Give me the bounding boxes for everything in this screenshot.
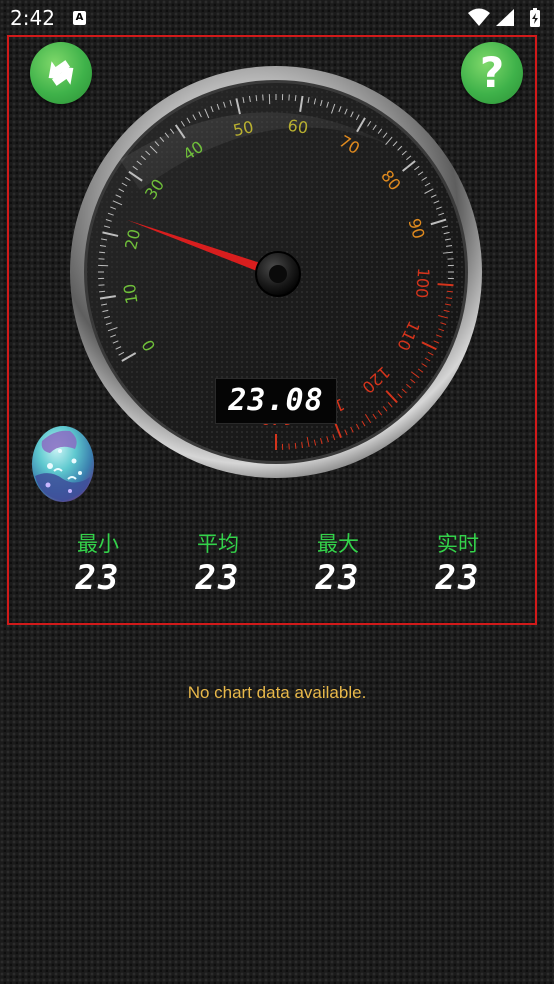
cellular-signal-icon xyxy=(496,9,514,26)
digital-readout-value: 23.08 xyxy=(228,383,324,418)
stat-min-value: 23 xyxy=(75,558,121,598)
stat-max: 最大 23 xyxy=(288,530,388,598)
chart-empty-message: No chart data available. xyxy=(187,683,367,702)
stat-max-label: 最大 xyxy=(317,532,359,556)
battery-charging-icon xyxy=(530,8,540,27)
status-icons xyxy=(468,8,540,27)
a-letter-icon: A xyxy=(73,11,86,25)
refresh-arrows-icon xyxy=(48,60,74,86)
digital-readout: 23.08 xyxy=(215,378,337,424)
help-question-icon: ? xyxy=(479,48,505,97)
egg-icon xyxy=(32,426,94,502)
help-button[interactable]: ? xyxy=(461,42,523,104)
stat-realtime-value: 23 xyxy=(435,558,481,598)
stat-realtime-label: 实时 xyxy=(437,532,479,556)
stat-min-label: 最小 xyxy=(77,532,119,556)
stat-avg: 平均 23 xyxy=(168,530,268,598)
refresh-button[interactable] xyxy=(30,42,92,104)
stat-realtime: 实时 23 xyxy=(408,530,508,598)
stat-avg-label: 平均 xyxy=(197,532,239,556)
stat-min: 最小 23 xyxy=(48,530,148,598)
stat-avg-value: 23 xyxy=(195,558,241,598)
status-bar: 2:42 A xyxy=(0,0,554,36)
status-time: 2:42 xyxy=(10,6,55,30)
wifi-icon xyxy=(468,8,490,26)
stat-max-value: 23 xyxy=(315,558,361,598)
